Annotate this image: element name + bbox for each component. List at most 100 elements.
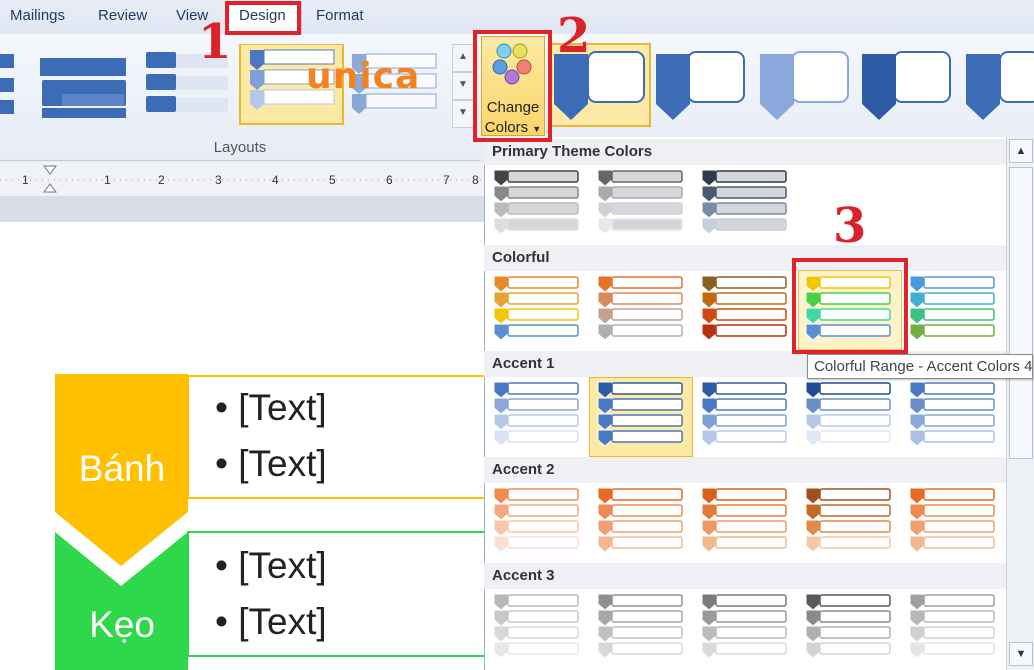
option-chevron: [493, 625, 509, 643]
item1-label[interactable]: Bánh: [62, 448, 182, 490]
scroll-thumb[interactable]: [1009, 167, 1033, 459]
color-option[interactable]: [805, 593, 891, 659]
option-chevron: [597, 275, 613, 293]
option-bar: [507, 398, 579, 411]
ruler-num: 1: [22, 173, 29, 187]
option-chevron: [493, 217, 509, 235]
gallery-scroll-down-button[interactable]: ▼: [452, 72, 474, 100]
color-option[interactable]: [493, 275, 579, 341]
color-option[interactable]: [597, 275, 683, 341]
option-bar: [611, 488, 683, 501]
color-option[interactable]: [493, 593, 579, 659]
option-chevron: [493, 609, 509, 627]
option-chevron: [597, 185, 613, 203]
bullet-dot: •: [215, 443, 228, 484]
color-option[interactable]: [493, 487, 579, 553]
option-bar: [819, 430, 891, 443]
color-option[interactable]: [701, 487, 787, 553]
option-chevron: [805, 609, 821, 627]
layout-thumb-1[interactable]: [0, 54, 14, 114]
option-bar: [611, 594, 683, 607]
option-bar: [507, 170, 579, 183]
option-bar: [507, 642, 579, 655]
option-chevron: [805, 535, 821, 553]
style-thumb-4[interactable]: [862, 51, 951, 120]
style-thumb-5[interactable]: [966, 51, 1034, 120]
option-bar: [715, 504, 787, 517]
option-chevron: [597, 625, 613, 643]
option-bar: [611, 382, 683, 395]
color-option[interactable]: [909, 593, 995, 659]
color-option[interactable]: [909, 275, 995, 341]
option-chevron: [909, 535, 925, 553]
option-chevron: [805, 503, 821, 521]
option-bar: [507, 218, 579, 231]
tab-mailings[interactable]: Mailings: [10, 7, 65, 24]
option-chevron: [493, 323, 509, 341]
color-option[interactable]: [597, 381, 683, 447]
option-bar: [819, 382, 891, 395]
option-bar: [715, 594, 787, 607]
color-option[interactable]: [493, 381, 579, 447]
smartart-styles-gallery[interactable]: [548, 40, 1034, 130]
option-bar: [923, 276, 995, 289]
tab-design-label[interactable]: Design: [239, 7, 286, 24]
color-option[interactable]: [597, 487, 683, 553]
bullet-text[interactable]: [Text]: [238, 443, 326, 484]
option-bar: [819, 536, 891, 549]
scroll-up-icon[interactable]: ▲: [1009, 139, 1033, 163]
option-bar: [507, 186, 579, 199]
step-number-1: 1: [198, 14, 232, 70]
color-option[interactable]: [597, 593, 683, 659]
option-chevron: [597, 169, 613, 187]
bullet-text[interactable]: [Text]: [238, 545, 326, 586]
color-option[interactable]: [701, 593, 787, 659]
color-option[interactable]: [909, 487, 995, 553]
color-option[interactable]: [701, 275, 787, 341]
bullet-text[interactable]: [Text]: [238, 387, 326, 428]
bullet-text[interactable]: [Text]: [238, 601, 326, 642]
option-chevron: [909, 291, 925, 309]
color-option[interactable]: [701, 169, 787, 235]
gallery-scroll-up-button[interactable]: ▲: [452, 44, 474, 72]
option-bar: [715, 520, 787, 533]
panel-scrollbar[interactable]: ▲ ▼: [1006, 137, 1034, 670]
color-option[interactable]: [493, 169, 579, 235]
option-chevron: [597, 397, 613, 415]
color-option[interactable]: [597, 169, 683, 235]
option-chevron: [701, 323, 717, 341]
option-bar: [715, 170, 787, 183]
option-chevron: [493, 429, 509, 447]
option-chevron: [805, 413, 821, 431]
ruler-num: 3: [215, 173, 222, 187]
layout-thumb-2[interactable]: [40, 58, 126, 118]
tab-review[interactable]: Review: [98, 7, 147, 24]
horizontal-ruler[interactable]: 1 1 2 3 4 5 6 7 8: [0, 162, 484, 197]
scroll-down-icon[interactable]: ▼: [1009, 642, 1033, 666]
ruler-num: 4: [272, 173, 279, 187]
item2-label[interactable]: Kẹo: [62, 604, 182, 646]
option-chevron: [909, 641, 925, 659]
option-bar: [611, 430, 683, 443]
option-chevron: [701, 397, 717, 415]
color-option[interactable]: [701, 381, 787, 447]
option-chevron: [909, 323, 925, 341]
option-bar: [923, 594, 995, 607]
option-chevron: [493, 413, 509, 431]
option-bar: [611, 504, 683, 517]
style-thumb-3[interactable]: [760, 51, 849, 120]
option-chevron: [493, 535, 509, 553]
ribbon-separator: [0, 160, 480, 161]
gallery-more-button[interactable]: ▼: [452, 100, 474, 128]
color-option[interactable]: [805, 487, 891, 553]
option-bar: [507, 488, 579, 501]
tab-format[interactable]: Format: [316, 7, 364, 24]
option-bar: [715, 610, 787, 623]
option-chevron: [597, 291, 613, 309]
color-option[interactable]: [909, 381, 995, 447]
color-options-grid[interactable]: [484, 165, 1006, 670]
style-thumb-2[interactable]: [656, 51, 745, 120]
option-chevron: [701, 609, 717, 627]
color-option[interactable]: [805, 381, 891, 447]
section-primary-theme: Primary Theme Colors: [484, 139, 1006, 165]
